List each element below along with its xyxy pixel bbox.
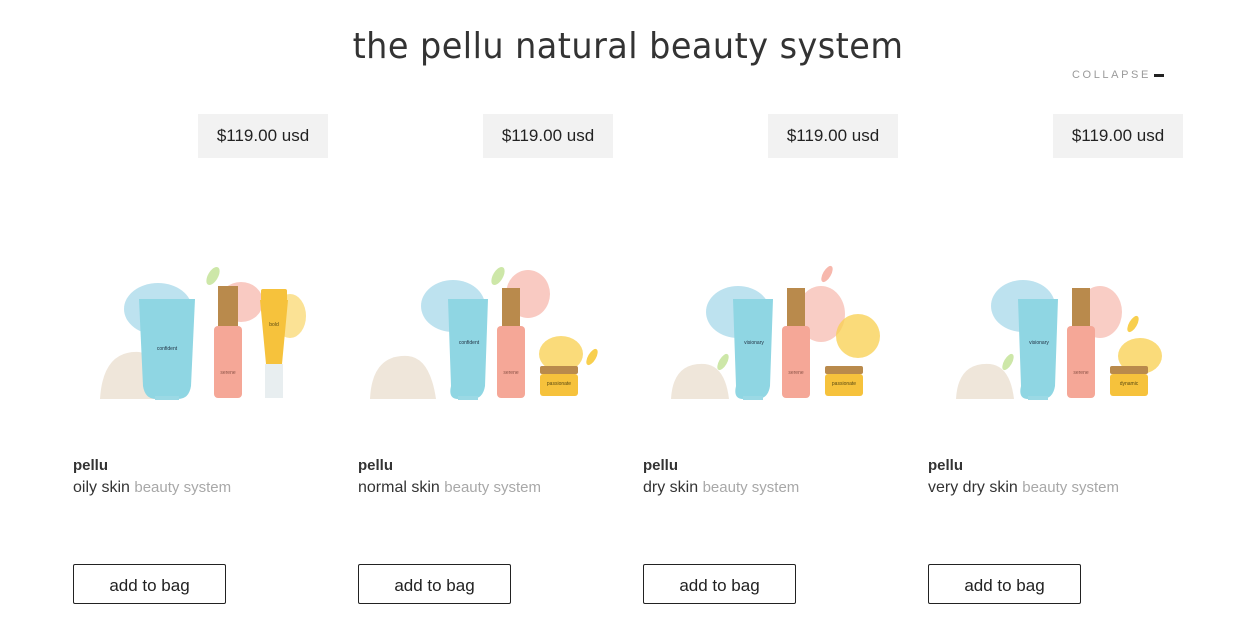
product-subtitle: oily skin beauty system <box>73 479 231 497</box>
cleanser-label: confident <box>157 346 178 352</box>
product-brand: pellu <box>358 457 394 474</box>
skin-type: normal skin <box>358 479 440 496</box>
price-tag: $119.00 usd <box>198 114 328 158</box>
product-card-normal: $119.00 usd confident serene passionate … <box>358 114 643 614</box>
product-subtitle: dry skin beauty system <box>643 479 799 497</box>
add-to-bag-button[interactable]: add to bag <box>358 564 511 604</box>
add-to-bag-button[interactable]: add to bag <box>73 564 226 604</box>
third-label: passionate <box>832 381 856 387</box>
add-to-bag-button[interactable]: add to bag <box>643 564 796 604</box>
serum-label: serene <box>788 370 804 376</box>
product-image: confident serene bold <box>100 266 306 400</box>
system-suffix: beauty system <box>134 479 232 496</box>
collapse-toggle[interactable]: COLLAPSE <box>1072 69 1164 81</box>
product-subtitle: normal skin beauty system <box>358 479 541 497</box>
third-label: passionate <box>547 381 571 387</box>
third-label: bold <box>269 322 279 328</box>
product-image: visionary serene passionate <box>671 265 880 400</box>
collapse-label: COLLAPSE <box>1072 69 1151 81</box>
cleanser-label: visionary <box>1029 340 1049 346</box>
serum-label: serene <box>1073 370 1089 376</box>
skin-type: very dry skin <box>928 479 1018 496</box>
price-tag: $119.00 usd <box>768 114 898 158</box>
product-brand: pellu <box>643 457 679 474</box>
product-subtitle: very dry skin beauty system <box>928 479 1119 497</box>
price-tag: $119.00 usd <box>1053 114 1183 158</box>
system-suffix: beauty system <box>444 479 541 496</box>
serum-label: serene <box>220 370 236 376</box>
product-card-dry: $119.00 usd visionary serene passionate … <box>643 114 928 614</box>
product-image: visionary serene dynamic <box>956 280 1162 400</box>
product-image: confident serene passionate <box>370 266 598 400</box>
cleanser-label: confident <box>459 340 480 346</box>
page-title: the pellu natural beauty system <box>352 26 904 67</box>
product-brand: pellu <box>928 457 964 474</box>
skin-type: oily skin <box>73 479 130 496</box>
system-suffix: beauty system <box>702 479 800 496</box>
product-card-oily: $119.00 usd confident serene bold pellu … <box>73 114 358 614</box>
third-label: dynamic <box>1120 381 1139 387</box>
cleanser-label: visionary <box>744 340 764 346</box>
add-to-bag-button[interactable]: add to bag <box>928 564 1081 604</box>
system-suffix: beauty system <box>1022 479 1119 496</box>
minus-icon <box>1153 73 1164 77</box>
serum-label: serene <box>503 370 519 376</box>
product-brand: pellu <box>73 457 109 474</box>
skin-type: dry skin <box>643 479 699 496</box>
product-card-very-dry: $119.00 usd visionary serene dynamic pel… <box>928 114 1213 614</box>
price-tag: $119.00 usd <box>483 114 613 158</box>
